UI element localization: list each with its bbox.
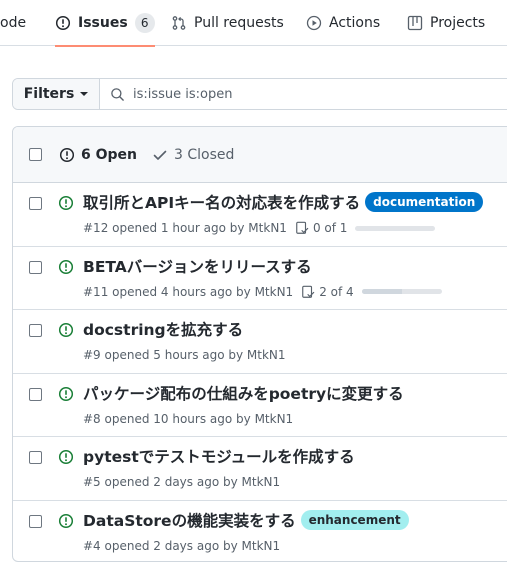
select-all-checkbox[interactable]: [29, 148, 42, 161]
issue-opened-icon: [58, 259, 74, 274]
issue-title-link[interactable]: パッケージ配布の仕組みをpoetryに変更する: [83, 382, 404, 404]
issue-title-link[interactable]: docstringを拡充する: [83, 318, 243, 340]
issue-row: docstringを拡充する #9 opened 5 hours ago by M…: [13, 310, 507, 374]
issue-opened-icon: [58, 449, 74, 465]
closed-issues-label: 3 Closed: [174, 146, 235, 163]
table-icon: [407, 15, 423, 31]
issue-checkbox[interactable]: [29, 197, 42, 210]
issue-meta: #8 opened 10 hours ago by MtkN1: [83, 412, 293, 426]
issues-count-badge: 6: [134, 13, 155, 33]
tab-actions-label: Actions: [329, 15, 381, 31]
issue-title-line: BETAバージョンをリリースする: [83, 255, 312, 277]
tasklist-icon: [302, 285, 315, 298]
open-issues-label: 6 Open: [81, 146, 137, 163]
git-pull-request-icon: [172, 16, 186, 30]
issue-rows: 取引所とAPIキー名の対応表を作成する documentation #12 open…: [13, 183, 507, 562]
issue-row: パッケージ配布の仕組みをpoetryに変更する #8 opened 10 hour…: [13, 374, 507, 437]
issue-meta-text: #9 opened 5 hours ago by MtkN1: [83, 348, 286, 362]
issue-title-line: 取引所とAPIキー名の対応表を作成する documentation: [83, 191, 484, 213]
task-progress-bar: [361, 289, 442, 294]
issue-checkbox[interactable]: [29, 260, 42, 274]
issue-row: pytestでテストモジュールを作成する #5 opened 2 days ago…: [13, 437, 507, 501]
task-count: 0 of 1: [312, 221, 348, 235]
closed-issues-filter[interactable]: 3 Closed: [152, 147, 234, 163]
issue-title-line: docstringを拡充する: [83, 318, 243, 340]
issue-meta: #11 opened 4 hours ago by MtkN1 2 of 4: [83, 285, 442, 299]
filters-button[interactable]: Filters: [13, 79, 100, 109]
issue-opened-icon: [58, 386, 74, 401]
task-progress: 0 of 1: [295, 221, 436, 235]
issue-title-line: DataStoreの機能実装をする enhancement: [83, 509, 409, 531]
issue-row: BETAバージョンをリリースする #11 opened 4 hours ago b…: [13, 247, 507, 310]
issue-title-link[interactable]: BETAバージョンをリリースする: [83, 255, 312, 277]
issues-list-box: 6 Open 3 Closed 取引所とAPIキー名の対応表を作成する docum…: [12, 126, 507, 562]
issue-opened-icon: [55, 15, 71, 31]
issue-meta: #5 opened 2 days ago by MtkN1: [83, 475, 280, 489]
issue-meta-text: #4 opened 2 days ago by MtkN1: [83, 538, 281, 553]
issue-checkbox[interactable]: [29, 387, 42, 401]
search-icon: [111, 87, 124, 101]
tab-code[interactable]: ode: [0, 0, 26, 46]
issue-meta: #4 opened 2 days ago by MtkN1: [83, 539, 280, 553]
issue-meta-text: #5 opened 2 days ago by MtkN1: [83, 475, 281, 489]
issue-label-badge[interactable]: documentation: [365, 192, 484, 212]
filters-button-label: Filters: [23, 86, 75, 102]
issue-row: 取引所とAPIキー名の対応表を作成する documentation #12 open…: [13, 183, 507, 247]
issue-opened-icon: [59, 147, 75, 162]
tab-issues[interactable]: Issues 6: [55, 0, 155, 47]
issue-label-badge[interactable]: enhancement: [300, 509, 409, 530]
issue-title-link[interactable]: 取引所とAPIキー名の対応表を作成する: [83, 191, 360, 213]
issue-meta-text: #11 opened 4 hours ago by MtkN1: [83, 284, 294, 299]
task-progress-bar: [355, 225, 436, 231]
caret-down-icon: [80, 92, 89, 96]
tab-issues-label: Issues: [78, 15, 128, 31]
issue-meta-text: #12 opened 1 hour ago by MtkN1: [83, 221, 287, 235]
issue-checkbox[interactable]: [29, 324, 42, 337]
issue-checkbox[interactable]: [29, 451, 42, 464]
issue-row: DataStoreの機能実装をする enhancement #4 opened 2 …: [13, 501, 507, 562]
tab-pull-requests-label: Pull requests: [194, 15, 284, 31]
tasklist-icon: [296, 221, 309, 234]
play-icon: [306, 15, 322, 31]
tab-pull-requests[interactable]: Pull requests: [171, 0, 284, 46]
issue-opened-icon: [58, 513, 74, 528]
issue-title-line: パッケージ配布の仕組みをpoetryに変更する: [83, 382, 404, 404]
issue-meta: #9 opened 5 hours ago by MtkN1: [83, 348, 286, 362]
issue-search: [100, 79, 507, 109]
issue-meta: #12 opened 1 hour ago by MtkN1 0 of 1: [83, 221, 436, 235]
open-issues-filter[interactable]: 6 Open: [59, 147, 137, 163]
issue-filter-bar: Filters: [12, 78, 507, 110]
issue-meta-text: #8 opened 10 hours ago by MtkN1: [83, 411, 294, 426]
repo-tab-nav: ode Issues 6 Pull requests Actions Proje…: [0, 0, 507, 47]
issue-title-line: pytestでテストモジュールを作成する: [83, 445, 355, 467]
tab-projects-label: Projects: [430, 15, 486, 31]
tab-code-label: ode: [0, 15, 27, 31]
tab-projects[interactable]: Projects: [407, 0, 485, 46]
check-icon: [153, 150, 167, 160]
issue-opened-icon: [58, 322, 74, 338]
issue-opened-icon: [58, 195, 74, 211]
task-progress-fill: [361, 289, 402, 294]
issue-checkbox[interactable]: [29, 514, 42, 528]
task-count: 2 of 4: [319, 284, 354, 299]
issues-list-header: 6 Open 3 Closed: [13, 127, 507, 183]
issue-search-input[interactable]: [133, 86, 433, 102]
tab-actions[interactable]: Actions: [306, 0, 380, 46]
task-progress: 2 of 4: [301, 284, 442, 299]
issue-title-link[interactable]: DataStoreの機能実装をする: [83, 509, 296, 531]
issue-title-link[interactable]: pytestでテストモジュールを作成する: [83, 445, 355, 467]
